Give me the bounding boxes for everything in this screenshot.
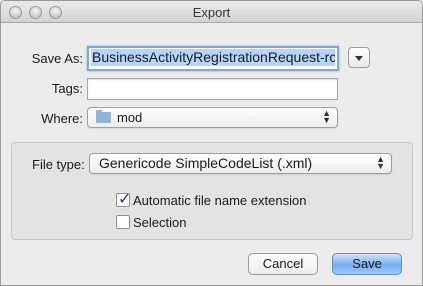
popup-arrows-icon: ▲ ▼ bbox=[376, 154, 385, 171]
disclosure-triangle-icon bbox=[355, 56, 363, 61]
popup-arrows-icon: ▲ ▼ bbox=[322, 108, 331, 125]
save-as-value: BusinessActivityRegistrationRequest-rc bbox=[91, 49, 335, 66]
title-bar: Export bbox=[1, 1, 422, 23]
where-label: Where: bbox=[41, 111, 83, 126]
export-dialog: Export Save As: BusinessActivityRegistra… bbox=[0, 0, 423, 286]
file-type-label: File type: bbox=[32, 157, 85, 172]
file-type-popup[interactable]: Genericode SimpleCodeList (.xml) ▲ ▼ bbox=[89, 153, 392, 174]
save-as-field[interactable]: BusinessActivityRegistrationRequest-rc bbox=[87, 46, 339, 71]
save-as-label: Save As: bbox=[31, 51, 83, 66]
expand-dialog-button[interactable] bbox=[348, 47, 370, 68]
format-options-panel: File type: Genericode SimpleCodeList (.x… bbox=[11, 142, 413, 240]
auto-extension-label: Automatic file name extension bbox=[133, 193, 307, 208]
folder-icon bbox=[96, 110, 111, 123]
window-title: Export bbox=[192, 5, 231, 20]
tags-field[interactable] bbox=[87, 78, 338, 100]
selection-label: Selection bbox=[133, 215, 187, 230]
where-value: mod bbox=[117, 110, 143, 125]
auto-extension-checkbox[interactable]: ✓ bbox=[116, 191, 131, 208]
tags-label: Tags: bbox=[51, 81, 83, 96]
cancel-button[interactable]: Cancel bbox=[248, 253, 318, 275]
file-type-value: Genericode SimpleCodeList (.xml) bbox=[99, 155, 313, 171]
save-button[interactable]: Save bbox=[332, 253, 402, 275]
checkmark-icon: ✓ bbox=[118, 191, 132, 208]
where-popup[interactable]: mod ▲ ▼ bbox=[87, 107, 338, 128]
selection-checkbox[interactable] bbox=[116, 215, 130, 229]
